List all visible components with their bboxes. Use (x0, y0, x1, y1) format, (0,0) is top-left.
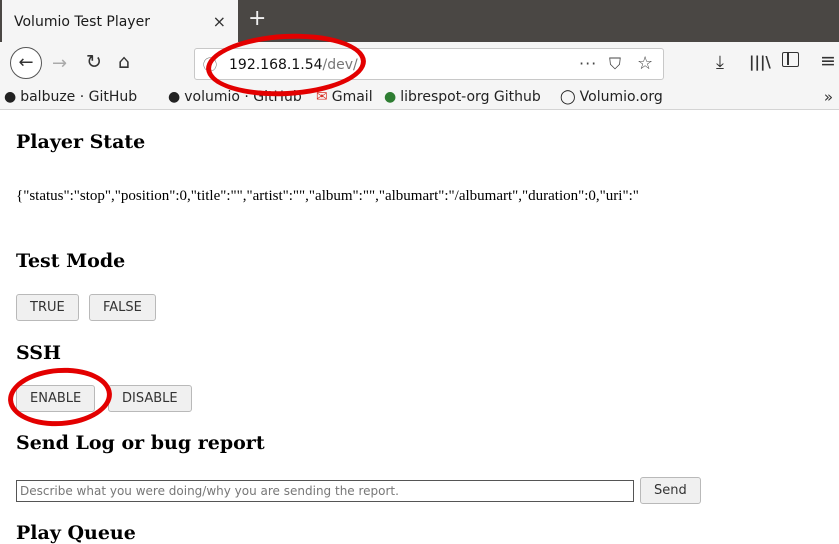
bookmark-label: Volumio.org (579, 89, 663, 105)
close-tab-icon[interactable]: × (213, 12, 226, 31)
bookmark-label: librespot-org Github (400, 89, 541, 105)
info-icon[interactable]: ⓘ (203, 55, 217, 75)
github-icon: ● (384, 89, 397, 105)
bookmark-item[interactable]: ● balbuze · GitHub (4, 89, 137, 105)
bookmark-label: balbuze · GitHub (20, 89, 138, 105)
bug-report-heading: Send Log or bug report (16, 432, 265, 454)
download-icon[interactable]: ⤓ (716, 52, 724, 73)
play-queue-heading: Play Queue (16, 522, 136, 544)
sidebar-icon[interactable] (782, 52, 799, 67)
new-tab-button[interactable]: + (248, 6, 266, 32)
send-report-button[interactable]: Send (640, 477, 701, 504)
bookmarks-bar: ● balbuze · GitHub ● volumio · GitHub ✉ Gma… (0, 86, 839, 110)
tab-strip: Volumio Test Player × + (0, 0, 839, 42)
home-icon[interactable]: ⌂ (118, 51, 130, 73)
gmail-icon: ✉ (316, 89, 328, 105)
test-mode-false-button[interactable]: FALSE (89, 294, 156, 321)
url-bar[interactable]: ⓘ 192.168.1.54/dev/ ··· ⛉ ☆ (194, 48, 664, 80)
page-actions-icon[interactable]: ··· (579, 54, 597, 73)
reload-icon[interactable]: ↻ (86, 51, 102, 73)
url-host: 192.168.1.54 (229, 57, 323, 73)
star-icon[interactable]: ☆ (637, 53, 653, 74)
library-icon[interactable]: |||\ (749, 53, 771, 71)
player-state-heading: Player State (16, 131, 146, 153)
navigation-toolbar: ← → ↻ ⌂ ⓘ 192.168.1.54/dev/ ··· ⛉ ☆ ⤓ ||… (0, 42, 839, 86)
github-icon: ● (168, 89, 181, 105)
bookmark-label: volumio · GitHub (184, 89, 302, 105)
ssh-disable-button[interactable]: DISABLE (108, 385, 192, 412)
browser-tab[interactable]: Volumio Test Player × (2, 0, 238, 42)
github-icon: ● (4, 89, 17, 105)
back-icon[interactable]: ← (10, 47, 42, 79)
bookmark-item[interactable]: ● librespot-org Github (384, 89, 541, 105)
ssh-heading: SSH (16, 342, 61, 364)
bookmark-item[interactable]: ✉ Gmail (316, 89, 373, 105)
volumio-icon: ◯ (560, 89, 576, 105)
bookmarks-overflow-icon[interactable]: » (824, 88, 833, 106)
bookmark-item[interactable]: ● volumio · GitHub (168, 89, 302, 105)
bookmark-item[interactable]: ◯ Volumio.org (560, 89, 663, 105)
test-mode-true-button[interactable]: TRUE (16, 294, 79, 321)
bug-report-input[interactable] (16, 480, 634, 502)
pocket-icon[interactable]: ⛉ (609, 54, 621, 74)
test-mode-heading: Test Mode (16, 250, 126, 272)
url-path: /dev/ (322, 57, 358, 73)
url-text: 192.168.1.54/dev/ (229, 57, 358, 73)
forward-icon[interactable]: → (52, 53, 67, 74)
ssh-enable-button[interactable]: ENABLE (16, 385, 96, 412)
menu-icon[interactable]: ≡ (820, 50, 836, 72)
player-state-json: {"status":"stop","position":0,"title":""… (16, 188, 639, 204)
tab-title: Volumio Test Player (14, 14, 150, 30)
page-content: Player State {"status":"stop","position"… (0, 111, 839, 544)
bookmark-label: Gmail (331, 89, 373, 105)
